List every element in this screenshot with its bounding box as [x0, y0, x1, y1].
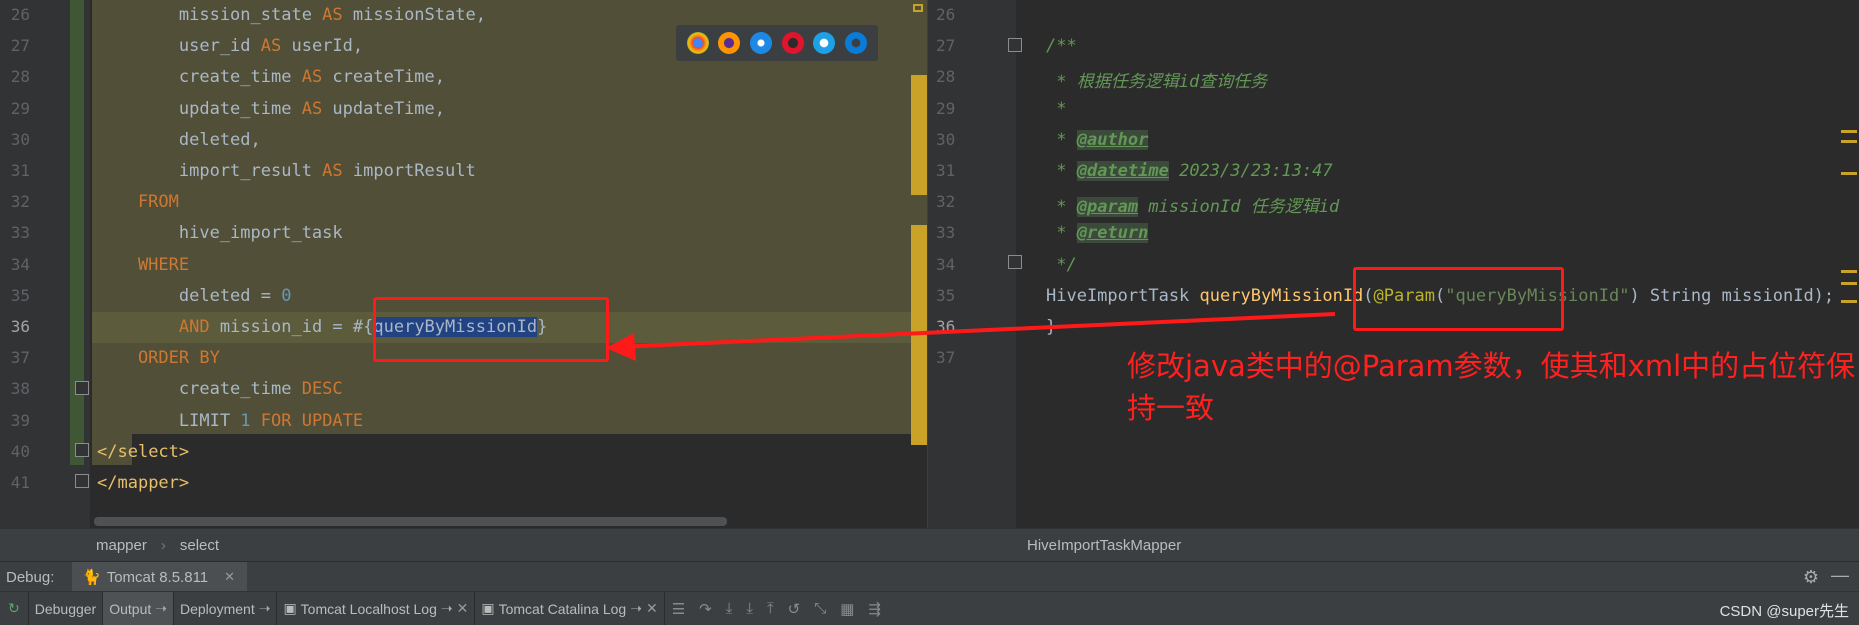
step-out-icon[interactable]: ⤒	[760, 600, 781, 617]
tab-label: Tomcat Catalina Log	[498, 600, 627, 617]
drop-frame-icon[interactable]: ↺	[781, 600, 808, 618]
watermark: CSDN @super先生	[1719, 603, 1849, 620]
pin-icon: ➝	[440, 600, 453, 616]
close-icon[interactable]: ✕	[224, 569, 235, 585]
tab-localhost-log[interactable]: ▣ Tomcat Localhost Log ➝ ✕	[277, 591, 476, 625]
evaluate-icon[interactable]: ▦	[833, 600, 861, 618]
menu-icon[interactable]: ☰	[665, 600, 692, 618]
arrow-head	[606, 333, 636, 361]
run-config-label: Tomcat 8.5.811	[106, 568, 209, 586]
breadcrumb-item-class[interactable]: HiveImportTaskMapper	[1027, 537, 1181, 554]
run-to-cursor-icon[interactable]: ⤡	[807, 600, 833, 617]
arrow-overlay	[606, 312, 1336, 361]
pin-icon: ➝	[630, 600, 642, 616]
debug-label: Debug:	[6, 569, 55, 586]
pin-icon: ➝	[258, 600, 271, 616]
trace-icon[interactable]: ⇶	[861, 600, 888, 618]
tab-label: Deployment	[180, 600, 255, 617]
chevron-right-icon: ›	[160, 537, 166, 554]
breadcrumb-item-select[interactable]: select	[180, 537, 219, 554]
pin-icon: ➝	[155, 600, 167, 616]
breadcrumb: mapper › select	[96, 537, 219, 554]
tab-deployment[interactable]: Deployment ➝	[174, 591, 278, 625]
tab-label: Tomcat Localhost Log	[300, 600, 437, 617]
debug-toolbar: ↻ Debugger Output ➝ Deployment ➝ ▣ Tomcat L…	[0, 591, 1859, 625]
force-step-into-icon[interactable]: ⤓	[739, 600, 760, 617]
console-icon: ▣	[481, 600, 495, 616]
tab-label: Debugger	[34, 600, 97, 617]
tab-debugger[interactable]: Debugger	[29, 591, 104, 625]
debug-bar: Debug: 🐈 Tomcat 8.5.811 ✕ ⚙ —	[0, 561, 1859, 592]
close-icon[interactable]: ✕	[646, 600, 658, 617]
step-over-icon[interactable]: ↷	[692, 600, 719, 618]
gear-icon[interactable]: ⚙	[1803, 567, 1819, 588]
rerun-icon[interactable]: ↻	[0, 591, 29, 625]
breadcrumb-item-mapper[interactable]: mapper	[96, 537, 147, 554]
tab-output[interactable]: Output ➝	[103, 591, 174, 625]
tab-catalina-log[interactable]: ▣ Tomcat Catalina Log ➝ ✕	[475, 591, 665, 625]
run-config-tab[interactable]: 🐈 Tomcat 8.5.811 ✕	[72, 562, 248, 592]
annotation-text: 修改java类中的@Param参数，使其和xml中的占位符保持一致	[1127, 349, 1856, 425]
breadcrumb-bar: mapper › select HiveImportTaskMapper	[0, 528, 1859, 561]
tab-label: Output	[109, 600, 152, 617]
arrow-line	[619, 312, 1336, 349]
tomcat-icon: 🐈	[82, 569, 101, 586]
console-icon: ▣	[283, 600, 297, 616]
minimize-icon[interactable]: —	[1831, 565, 1849, 586]
close-icon[interactable]: ✕	[457, 600, 469, 617]
step-into-icon[interactable]: ⤓	[719, 600, 740, 617]
